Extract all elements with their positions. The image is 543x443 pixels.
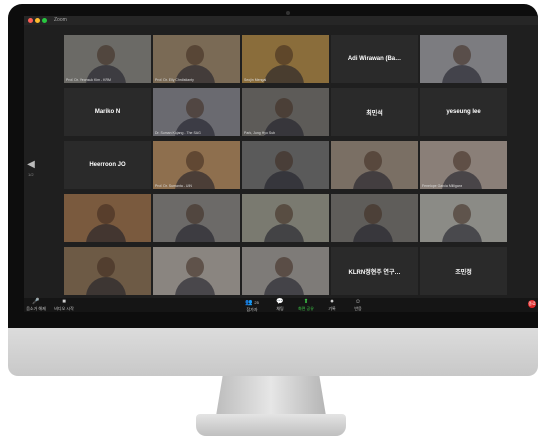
participant-display-name [242, 141, 329, 189]
reactions-button[interactable]: ☺ 반응 [348, 299, 368, 312]
title-bar: Zoom [24, 16, 538, 25]
participants-button[interactable]: 👥 25 참가자 [242, 299, 262, 312]
record-icon: ⏺ [330, 299, 334, 305]
participant-display-name [64, 247, 151, 295]
participant-tile[interactable] [420, 35, 507, 83]
participant-tile[interactable] [331, 194, 418, 242]
participant-tile[interactable]: 최민석 [331, 88, 418, 136]
participant-display-name [420, 194, 507, 242]
participant-tile[interactable]: yeseung lee [420, 88, 507, 136]
participant-tile[interactable] [420, 194, 507, 242]
page-indicator-left: 1/2 [28, 172, 34, 177]
start-video-label: 비디오 시작 [54, 306, 74, 311]
participants-count: 25 [254, 300, 259, 305]
minimize-window-button[interactable] [35, 18, 40, 23]
participant-tile[interactable]: Fenelope Garcia Milligans [420, 141, 507, 189]
participant-display-name: Mariko N [94, 109, 121, 115]
unmute-label: 음소거 해제 [26, 306, 46, 311]
end-meeting-button[interactable]: 종료 [528, 300, 536, 308]
zoom-window: Zoom ◀ 1/2 Prof. Dr. Yeonsuk Kim - KRM Pr… [24, 16, 538, 312]
share-screen-icon: ⬆ [303, 299, 309, 305]
participant-display-name: 조민정 [455, 269, 472, 276]
participant-display-name: KLRN정현주 연구… [348, 269, 401, 276]
participant-display-name: 최민석 [366, 110, 383, 117]
monitor-stand-neck [216, 376, 326, 416]
participant-display-name [242, 35, 329, 83]
participant-display-name [331, 141, 418, 189]
participant-tile[interactable] [242, 194, 329, 242]
participant-display-name: yeseung lee [446, 109, 481, 115]
participant-display-name [153, 194, 240, 242]
participant-display-name [331, 194, 418, 242]
participant-name-label: Park, Jung Hyo Sub [244, 131, 276, 135]
participant-tile[interactable]: 조민정 [420, 247, 507, 295]
participant-name-label: Prof. Dr. Sumanta - UIN [155, 184, 192, 188]
microphone-muted-icon: 🎤 [32, 299, 40, 305]
share-screen-button[interactable]: ⬆ 화면 공유 [296, 299, 316, 312]
participant-tile[interactable] [242, 247, 329, 295]
participant-display-name [242, 194, 329, 242]
participant-display-name [153, 88, 240, 136]
start-video-button[interactable]: ■ 비디오 시작 [54, 299, 74, 312]
monitor-stand-base [196, 414, 346, 436]
participant-tile[interactable]: Prof. Dr. Yeonsuk Kim - KRM [64, 35, 151, 83]
participant-tile[interactable]: Prof. Dr. Elly Chrdistianty [153, 35, 240, 83]
participant-tile[interactable]: Dr. Suman Kujang - The SAG [153, 88, 240, 136]
participant-display-name [242, 247, 329, 295]
record-label: 기록 [328, 306, 336, 311]
participant-tile[interactable] [64, 194, 151, 242]
participant-tile[interactable] [242, 141, 329, 189]
participant-display-name [420, 141, 507, 189]
participant-display-name [420, 35, 507, 83]
participant-tile[interactable]: Mariko N [64, 88, 151, 136]
participant-name-label: Seojin Mengal [244, 78, 267, 82]
participant-display-name [153, 141, 240, 189]
participant-name-label: Prof. Dr. Yeonsuk Kim - KRM [66, 78, 111, 82]
participant-display-name [64, 35, 151, 83]
participant-tile[interactable]: Park, Jung Hyo Sub [242, 88, 329, 136]
chat-button[interactable]: 💬 채팅 [270, 299, 290, 312]
participant-tile[interactable] [153, 194, 240, 242]
participant-tile[interactable]: Prof. Dr. Sumanta - UIN [153, 141, 240, 189]
participant-tile[interactable] [153, 247, 240, 295]
participant-display-name [153, 35, 240, 83]
webcam-dot [286, 11, 290, 15]
participant-name-label: Prof. Dr. Elly Chrdistianty [155, 78, 194, 82]
unmute-button[interactable]: 🎤 음소거 해제 [26, 299, 46, 312]
participant-name-label: Dr. Suman Kujang - The SAG [155, 131, 201, 135]
participant-tile[interactable]: KLRN정현주 연구… [331, 247, 418, 295]
chat-label: 채팅 [276, 306, 284, 311]
meeting-toolbar: 🎤 음소거 해제 ■ 비디오 시작 👥 25 참가자 💬 채팅 ⬆ 화면 공유 … [24, 298, 538, 312]
participants-label: 참가자 [246, 307, 258, 312]
participant-tile[interactable]: Seojin Mengal [242, 35, 329, 83]
maximize-window-button[interactable] [42, 18, 47, 23]
participant-tile[interactable] [331, 141, 418, 189]
reactions-icon: ☺ [354, 299, 362, 305]
monitor-chin [8, 328, 538, 376]
share-screen-label: 화면 공유 [298, 306, 314, 311]
participants-icon: 👥 25 [245, 300, 259, 306]
chevron-left-icon: ◀ [27, 159, 35, 170]
participant-display-name: Heerroon JO [89, 162, 126, 168]
participant-name-label: Fenelope Garcia Milligans [422, 184, 463, 188]
close-window-button[interactable] [28, 18, 33, 23]
participant-tile[interactable]: Heerroon JO [64, 141, 151, 189]
window-title: Zoom [54, 17, 67, 23]
participant-tile[interactable]: Adi Wirawan (Ba… [331, 35, 418, 83]
participant-display-name [64, 194, 151, 242]
participant-display-name: Adi Wirawan (Ba… [347, 56, 402, 62]
reactions-label: 반응 [354, 306, 362, 311]
chat-icon: 💬 [276, 299, 284, 305]
video-camera-icon: ■ [62, 299, 66, 305]
record-button[interactable]: ⏺ 기록 [322, 299, 342, 312]
participant-display-name [242, 88, 329, 136]
participant-tile[interactable] [64, 247, 151, 295]
participant-display-name [153, 247, 240, 295]
